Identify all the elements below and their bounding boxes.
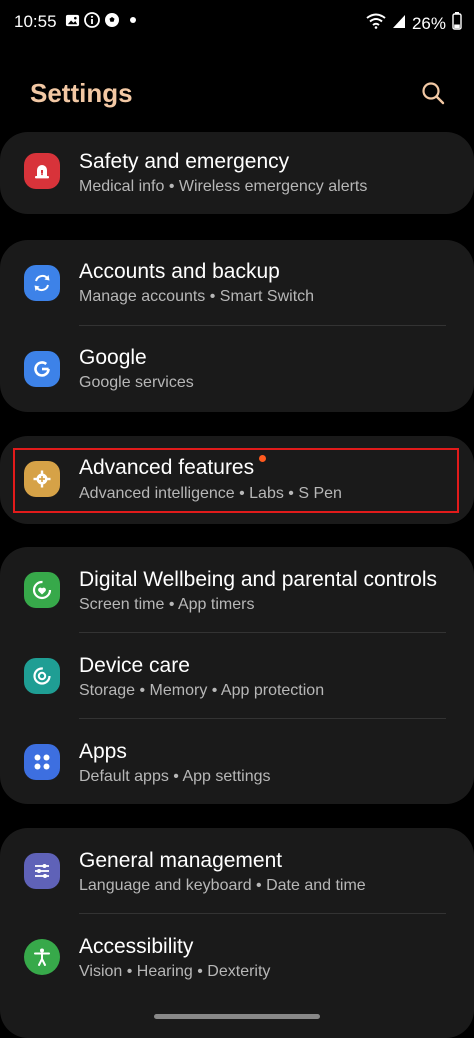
- item-title: Accounts and backup: [79, 260, 280, 283]
- settings-item-apps[interactable]: Apps Default apps • App settings: [0, 719, 474, 805]
- settings-item-general-management[interactable]: General management Language and keyboard…: [0, 828, 474, 914]
- item-subtitle: Default apps • App settings: [79, 768, 271, 785]
- settings-item-device-care[interactable]: Device care Storage • Memory • App prote…: [0, 633, 474, 719]
- page-title: Settings: [30, 78, 133, 108]
- home-indicator[interactable]: [154, 1014, 320, 1019]
- item-title: Safety and emergency: [79, 150, 290, 173]
- item-subtitle: Medical info • Wireless emergency alerts: [79, 178, 368, 195]
- item-subtitle: Google services: [79, 374, 194, 391]
- settings-group-general: General management Language and keyboard…: [0, 828, 474, 1038]
- settings-group-accounts: Accounts and backup Manage accounts • Sm…: [0, 240, 474, 412]
- item-title: General management: [79, 849, 283, 872]
- gallery-icon: [64, 12, 80, 28]
- settings-item-digital-wellbeing[interactable]: Digital Wellbeing and parental controls …: [0, 547, 474, 633]
- settings-item-accounts[interactable]: Accounts and backup Manage accounts • Sm…: [0, 240, 474, 326]
- settings-group-wellbeing: Digital Wellbeing and parental controls …: [0, 547, 474, 804]
- item-title: Device care: [79, 654, 190, 677]
- item-subtitle: Vision • Hearing • Dexterity: [79, 963, 271, 980]
- battery-level: 26%: [411, 13, 446, 33]
- accessibility-icon: [24, 939, 60, 975]
- highlight-box: [13, 448, 459, 513]
- item-subtitle: Manage accounts • Smart Switch: [79, 288, 315, 305]
- item-title: Google: [79, 346, 147, 369]
- sliders-icon: [24, 853, 60, 889]
- item-subtitle: Screen time • App timers: [79, 596, 255, 613]
- settings-header: Settings: [0, 62, 474, 126]
- soccer-icon: [104, 12, 120, 28]
- device-care-icon: [24, 658, 60, 694]
- item-title: Digital Wellbeing and parental controls: [79, 568, 437, 591]
- settings-item-google[interactable]: Google Google services: [0, 326, 474, 412]
- item-subtitle: Language and keyboard • Date and time: [79, 877, 366, 894]
- wellbeing-icon: [24, 572, 60, 608]
- settings-item-safety[interactable]: Safety and emergency Medical info • Wire…: [0, 132, 474, 214]
- item-title: Apps: [79, 740, 127, 763]
- status-time: 10:55: [14, 12, 57, 31]
- battery-icon: [452, 12, 462, 35]
- status-bar: 10:55 26%: [0, 0, 474, 44]
- signal-icon: [392, 14, 406, 33]
- search-button[interactable]: [418, 78, 448, 108]
- more-notifications-dot: [130, 17, 136, 23]
- item-title: Accessibility: [79, 935, 194, 958]
- wifi-icon: [366, 13, 386, 34]
- search-icon: [422, 82, 445, 105]
- settings-group-safety: Safety and emergency Medical info • Wire…: [0, 132, 474, 214]
- sync-icon: [24, 265, 60, 301]
- info-icon: [84, 12, 100, 28]
- google-icon: [24, 351, 60, 387]
- settings-item-accessibility[interactable]: Accessibility Vision • Hearing • Dexteri…: [0, 914, 474, 1000]
- apps-icon: [24, 744, 60, 780]
- item-subtitle: Storage • Memory • App protection: [79, 682, 325, 699]
- notification-icons: [64, 12, 136, 28]
- siren-icon: [24, 153, 60, 189]
